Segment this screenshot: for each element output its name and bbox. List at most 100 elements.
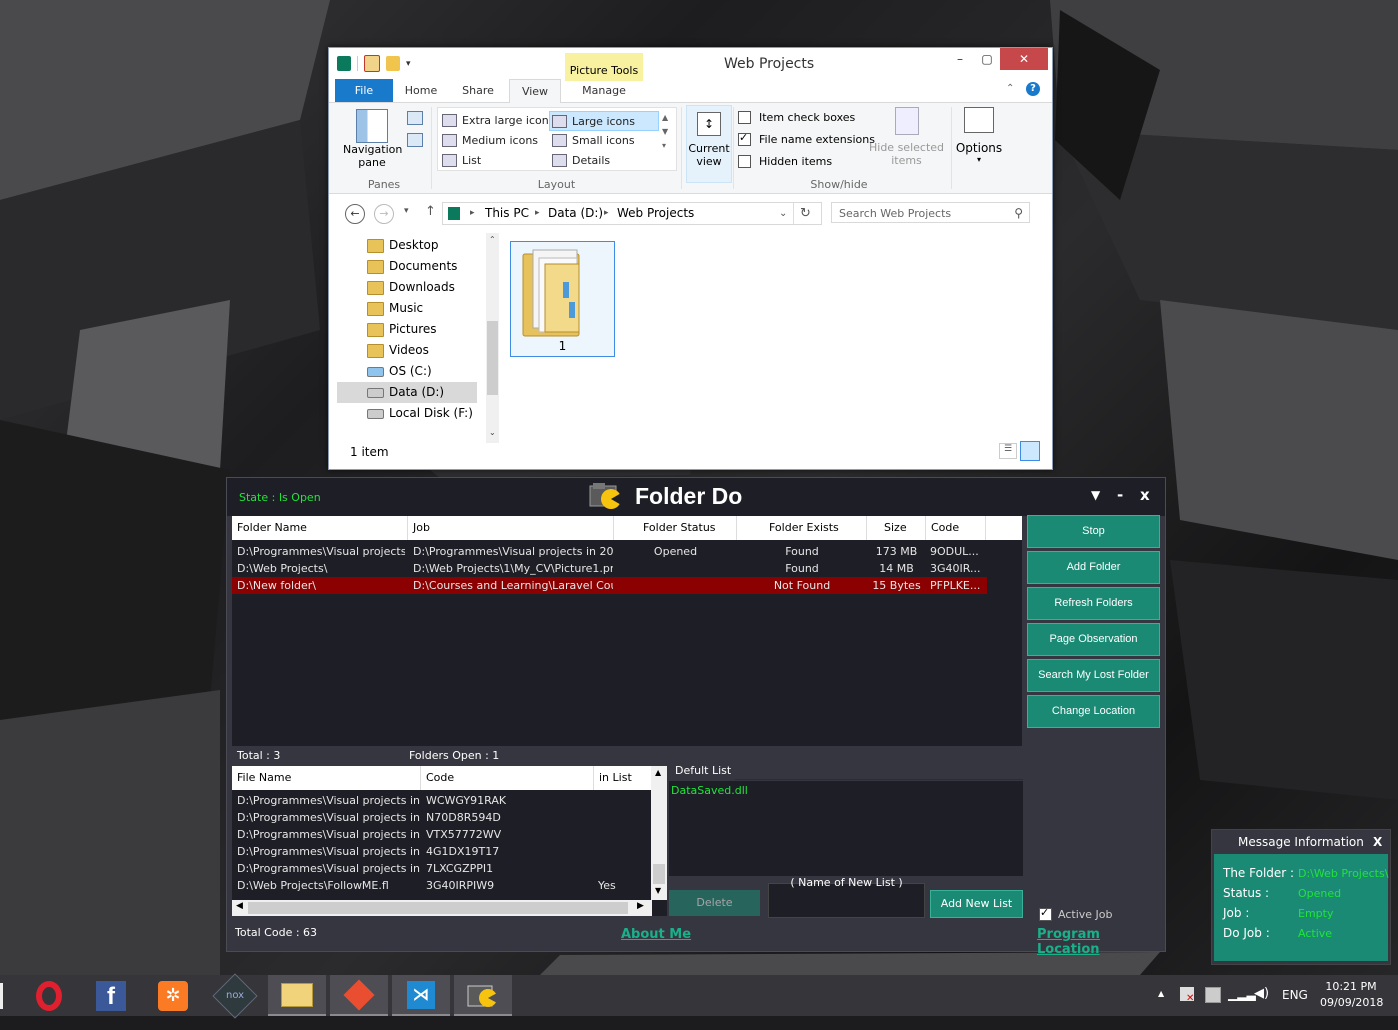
grid-row-selected[interactable]: D:\New folder\ D:\Courses and Learning\L… xyxy=(232,577,987,594)
new-list-name-input[interactable]: ( Name of New List ) xyxy=(768,876,925,918)
current-view-button[interactable]: ↕ Current view xyxy=(686,105,732,183)
nav-item-os-c[interactable]: OS (C:) xyxy=(337,361,477,382)
add-folder-button[interactable]: Add Folder xyxy=(1027,551,1160,584)
about-me-link[interactable]: About Me xyxy=(621,927,691,942)
col-size[interactable]: Size xyxy=(867,516,926,540)
delete-button[interactable]: Delete xyxy=(669,890,760,916)
program-location-link[interactable]: Program Location xyxy=(1037,927,1165,957)
navigation-pane-button[interactable]: Navigation pane xyxy=(343,109,402,169)
breadcrumb-data-d[interactable]: Data (D:) xyxy=(548,203,603,224)
layout-details[interactable]: Details xyxy=(550,151,610,169)
wifi-icon[interactable]: ▁▂▃ xyxy=(1228,987,1256,1028)
file-item[interactable]: 1 xyxy=(510,241,615,357)
col-code[interactable]: Code xyxy=(926,516,986,540)
up-icon[interactable]: ↑ xyxy=(425,204,436,219)
scroll-up-icon[interactable]: ⌃ xyxy=(489,235,496,244)
active-job-checkbox[interactable] xyxy=(1039,906,1052,921)
file-row[interactable]: D:\Programmes\Visual projects in 2... N70… xyxy=(232,809,647,826)
col-folder-name[interactable]: Folder Name xyxy=(232,516,408,540)
nox-icon[interactable]: nox xyxy=(206,972,264,1019)
xampp-icon[interactable]: ✲ xyxy=(144,975,202,1016)
item-check-boxes-checkbox[interactable] xyxy=(738,111,751,124)
layout-medium-icons[interactable]: Medium icons xyxy=(440,131,538,149)
layout-large-icons[interactable]: Large icons xyxy=(549,111,659,131)
refresh-folders-button[interactable]: Refresh Folders xyxy=(1027,587,1160,620)
search-input[interactable]: Search Web Projects ⚲ xyxy=(831,202,1030,223)
col-folder-exists[interactable]: Folder Exists xyxy=(737,516,867,540)
add-new-list-button[interactable]: Add New List xyxy=(930,890,1023,918)
collapse-ribbon-icon[interactable]: ⌃ xyxy=(1006,83,1014,94)
tab-file[interactable]: File xyxy=(335,79,393,102)
file-row[interactable]: D:\Web Projects\FollowME.fl 3G40IRPIW9 Yes xyxy=(232,877,647,894)
git-icon[interactable] xyxy=(330,975,388,1016)
file-row[interactable]: D:\Programmes\Visual projects in 2... WCW… xyxy=(232,792,647,809)
breadcrumb-web-projects[interactable]: Web Projects xyxy=(617,203,694,224)
network-error-icon[interactable]: ✕ xyxy=(1180,987,1194,1004)
battery-icon[interactable] xyxy=(1205,987,1221,1003)
maximize-button[interactable]: ▢ xyxy=(972,48,1002,70)
close-button[interactable]: x xyxy=(1140,486,1150,504)
scroll-thumb[interactable] xyxy=(487,321,498,395)
preview-pane-icon[interactable] xyxy=(407,111,423,125)
stop-button[interactable]: Stop xyxy=(1027,515,1160,548)
dropdown-button[interactable]: ▼ xyxy=(1091,488,1100,502)
search-lost-folder-button[interactable]: Search My Lost Folder xyxy=(1027,659,1160,692)
default-list-select[interactable] xyxy=(735,762,1023,780)
nav-item-data-d[interactable]: Data (D:) xyxy=(337,382,477,403)
nav-scrollbar[interactable]: ⌃ ⌄ xyxy=(486,233,499,443)
layout-small-icons[interactable]: Small icons xyxy=(550,131,635,149)
default-list-item[interactable]: DataSaved.dll xyxy=(671,784,748,797)
minimize-button[interactable]: - xyxy=(1117,486,1123,504)
files-grid[interactable]: File Name Code in List D:\Programmes\Vis… xyxy=(232,766,667,916)
opera-icon[interactable] xyxy=(20,975,78,1016)
grid-row[interactable]: D:\Programmes\Visual projects i... D:\Pr… xyxy=(232,543,987,560)
large-icons-view-icon[interactable] xyxy=(1020,441,1040,461)
active-job-toggle[interactable]: Active Job xyxy=(1039,906,1112,921)
forward-icon[interactable]: → xyxy=(374,204,394,224)
files-hscrollbar[interactable]: ◀ ▶ xyxy=(232,900,652,916)
nav-item-local-disk-f[interactable]: Local Disk (F:) xyxy=(337,403,477,424)
file-row[interactable]: D:\Programmes\Visual projects in 2... 4G1… xyxy=(232,843,647,860)
item-check-boxes-toggle[interactable]: Item check boxes xyxy=(738,111,855,124)
hidden-items-checkbox[interactable] xyxy=(738,155,751,168)
language-indicator[interactable]: ENG xyxy=(1282,988,1308,1029)
tab-manage[interactable]: Manage xyxy=(573,79,635,102)
nav-item-documents[interactable]: Documents xyxy=(337,256,477,277)
nav-item-downloads[interactable]: Downloads xyxy=(337,277,477,298)
file-row[interactable]: D:\Programmes\Visual projects in 2... 7LX… xyxy=(232,860,647,877)
show-hidden-icons[interactable]: ▲ xyxy=(1158,989,1164,1030)
default-list-box[interactable]: DataSaved.dll xyxy=(669,781,1023,876)
message-close-button[interactable]: X xyxy=(1373,830,1382,854)
file-explorer-icon[interactable] xyxy=(268,975,326,1016)
file-name-extensions-checkbox[interactable] xyxy=(738,131,751,146)
col-file-code[interactable]: Code xyxy=(421,766,594,790)
folderdo-icon[interactable] xyxy=(454,975,512,1016)
nav-item-desktop[interactable]: Desktop xyxy=(337,235,477,256)
details-view-icon[interactable]: ☰ xyxy=(999,443,1017,459)
hidden-items-toggle[interactable]: Hidden items xyxy=(738,155,832,168)
scroll-thumb[interactable] xyxy=(653,864,665,884)
volume-icon[interactable]: ◀) xyxy=(1254,986,1269,1027)
nav-item-pictures[interactable]: Pictures xyxy=(337,319,477,340)
hide-selected-items-button[interactable]: Hide selected items xyxy=(869,107,944,167)
address-box[interactable]: ▸ This PC ▸ Data (D:) ▸ Web Projects ⌄ ↻ xyxy=(442,202,822,225)
tab-view[interactable]: View xyxy=(509,79,561,104)
page-observation-button[interactable]: Page Observation xyxy=(1027,623,1160,656)
scroll-down-icon[interactable]: ⌄ xyxy=(489,428,496,437)
properties-icon[interactable] xyxy=(364,55,380,72)
layout-gallery-scroll[interactable]: ▲ ▼ ▾ xyxy=(662,111,668,153)
refresh-icon[interactable]: ↻ xyxy=(800,203,811,224)
recent-locations-icon[interactable]: ▾ xyxy=(404,206,409,216)
clock[interactable]: 10:21 PM 09/09/2018 xyxy=(1320,979,1383,1020)
tab-share[interactable]: Share xyxy=(453,79,503,102)
nav-item-videos[interactable]: Videos xyxy=(337,340,477,361)
col-file-name[interactable]: File Name xyxy=(232,766,421,790)
col-in-list[interactable]: in List xyxy=(594,766,652,790)
breadcrumb-this-pc[interactable]: This PC xyxy=(485,203,529,224)
layout-extra-large-icons[interactable]: Extra large icons xyxy=(440,111,554,129)
back-icon[interactable]: ← xyxy=(345,204,365,224)
start-edge[interactable] xyxy=(0,983,3,1009)
file-row[interactable]: D:\Programmes\Visual projects in 2... VTX… xyxy=(232,826,647,843)
customize-qat-icon[interactable]: ▾ xyxy=(406,59,411,69)
scroll-thumb[interactable] xyxy=(248,902,628,914)
